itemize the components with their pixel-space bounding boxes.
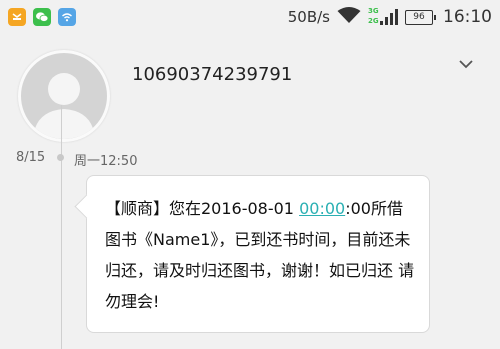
timeline-line <box>61 105 62 349</box>
cell-signal-icon: 3G 2G <box>368 7 398 27</box>
network-type-2g: 2G <box>368 17 379 25</box>
expand-button[interactable] <box>456 54 476 74</box>
message-time: 周一12:50 <box>74 154 138 169</box>
message-text: 【顺商】您在2016-08-01 00:00:00所借图书《Name1》，已到还… <box>105 193 415 317</box>
notification-icons <box>8 8 76 26</box>
message-date: 8/15 <box>16 150 46 165</box>
chevron-down-icon <box>459 60 473 69</box>
bubble-tail <box>74 194 99 219</box>
wifi-app-icon <box>58 8 76 26</box>
contact-avatar[interactable] <box>18 50 110 142</box>
wifi-signal-icon <box>337 6 361 28</box>
status-bar: 50B/s 3G 2G 96 16:10 <box>0 0 500 34</box>
clock: 16:10 <box>443 7 492 27</box>
timeline-dot <box>57 154 64 161</box>
network-type-3g: 3G <box>368 7 379 15</box>
notification-app-icon <box>8 8 26 26</box>
message-text-start: 【顺商】您在2016-08-01 <box>105 199 300 218</box>
battery-level: 96 <box>405 9 433 25</box>
time-link[interactable]: 00:00 <box>299 199 345 218</box>
system-status: 50B/s 3G 2G 96 16:10 <box>288 7 492 27</box>
message-bubble[interactable]: 【顺商】您在2016-08-01 00:00:00所借图书《Name1》，已到还… <box>74 175 430 333</box>
battery-icon: 96 <box>405 9 436 25</box>
conversation-header: 10690374239791 <box>0 34 500 142</box>
sender-number: 10690374239791 <box>132 64 293 85</box>
person-icon <box>33 73 95 139</box>
wechat-icon <box>33 8 51 26</box>
network-speed: 50B/s <box>287 8 330 26</box>
